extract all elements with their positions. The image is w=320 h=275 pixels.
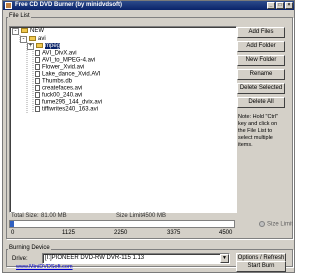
drive-select[interactable]: [I:]PIONEER DVD-RW DVR-115 1.13 ▼ xyxy=(42,253,230,264)
chevron-down-icon[interactable]: ▼ xyxy=(220,254,229,263)
drive-select-value: [I:]PIONEER DVD-RW DVR-115 1.13 xyxy=(45,255,145,261)
start-burn-button[interactable]: Start Burn xyxy=(236,261,286,272)
website-link[interactable]: www.MiniDVDSoft.com xyxy=(16,264,73,270)
drive-label: Drive: xyxy=(12,256,28,262)
